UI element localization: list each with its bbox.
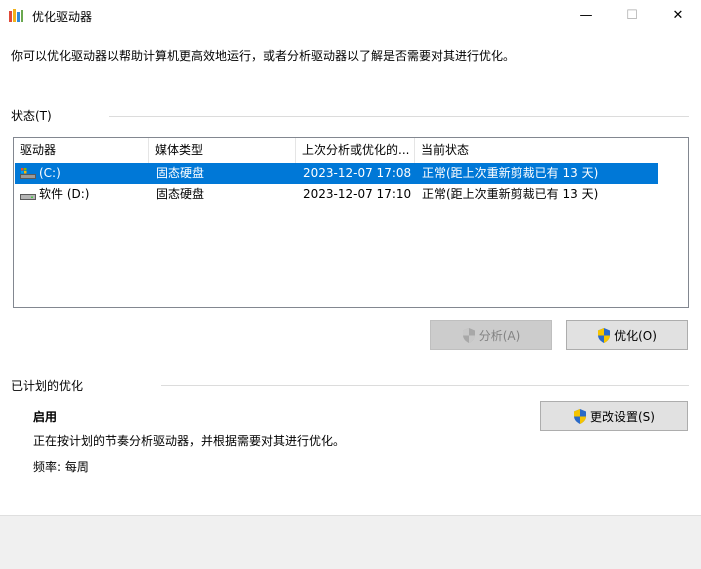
system-drive-icon	[20, 168, 36, 179]
status-group-divider	[109, 116, 689, 117]
last-run: 2023-12-07 17:10	[303, 187, 412, 201]
dialog-footer	[0, 515, 701, 569]
column-last-run[interactable]: 上次分析或优化的...	[296, 138, 415, 163]
optimize-button[interactable]: 优化(O)	[566, 320, 688, 350]
title-bar[interactable]: 优化驱动器 — ☐ ✕	[0, 0, 701, 31]
column-drive[interactable]: 驱动器	[14, 138, 149, 163]
uac-shield-icon	[462, 327, 475, 343]
uac-shield-icon	[598, 327, 611, 343]
column-media-type[interactable]: 媒体类型	[149, 138, 296, 163]
current-status: 正常(距上次重新剪裁已有 13 天)	[422, 187, 599, 201]
status-group-label: 状态(T)	[11, 109, 52, 123]
schedule-group-label: 已计划的优化	[11, 379, 84, 393]
analyze-label: 分析(A)	[478, 328, 521, 343]
uac-shield-icon	[574, 408, 586, 424]
drive-list-header: 驱动器 媒体类型 上次分析或优化的... 当前状态	[14, 138, 688, 163]
media-type: 固态硬盘	[156, 187, 205, 201]
media-type: 固态硬盘	[156, 166, 205, 180]
current-status: 正常(距上次重新剪裁已有 13 天)	[422, 166, 599, 180]
minimize-button[interactable]: —	[563, 0, 609, 31]
page-description: 你可以优化驱动器以帮助计算机更高效地运行，或者分析驱动器以了解是否需要对其进行优…	[11, 49, 516, 63]
drive-icon	[20, 194, 36, 200]
schedule-frequency: 频率: 每周	[33, 460, 89, 474]
schedule-description: 正在按计划的节奏分析驱动器，并根据需要对其进行优化。	[33, 434, 346, 448]
drive-row-d[interactable]: 软件 (D:) 固态硬盘 2023-12-07 17:10 正常(距上次重新剪裁…	[15, 184, 658, 205]
change-settings-button[interactable]: 更改设置(S)	[540, 401, 688, 431]
optimize-label: 优化(O)	[614, 328, 657, 343]
maximize-button[interactable]: ☐	[609, 0, 655, 31]
defrag-app-icon	[9, 9, 23, 22]
drive-name: 软件 (D:)	[39, 187, 90, 201]
schedule-group-divider	[161, 385, 689, 386]
drive-row-c[interactable]: (C:) 固态硬盘 2023-12-07 17:08 正常(距上次重新剪裁已有 …	[15, 163, 658, 184]
analyze-button[interactable]: 分析(A)	[430, 320, 552, 350]
last-run: 2023-12-07 17:08	[303, 166, 412, 180]
schedule-status: 启用	[33, 410, 58, 424]
drive-name: (C:)	[39, 166, 61, 180]
drive-list[interactable]: 驱动器 媒体类型 上次分析或优化的... 当前状态 (C:) 固态硬盘 2023…	[13, 137, 689, 308]
column-current-status[interactable]: 当前状态	[415, 138, 658, 163]
change-settings-label: 更改设置(S)	[590, 409, 655, 424]
window-title: 优化驱动器	[32, 10, 93, 24]
close-button[interactable]: ✕	[655, 0, 701, 31]
